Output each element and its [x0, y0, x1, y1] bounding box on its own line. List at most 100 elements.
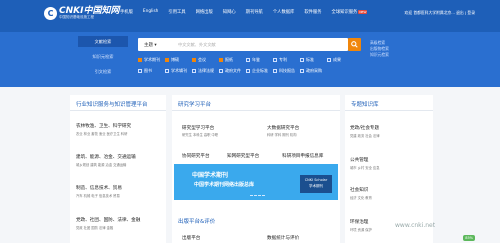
banner-title: 中国学术期刊: [192, 172, 229, 179]
checkbox-icon[interactable]: [273, 69, 277, 73]
checkbox-icon[interactable]: [246, 58, 250, 62]
category-item[interactable]: 学术期刊: [138, 57, 165, 63]
research-item[interactable]: 科研项目申报信息库: [282, 153, 323, 159]
new-badge: NEW: [358, 10, 368, 14]
checkbox-icon[interactable]: [246, 69, 250, 73]
research-item[interactable]: 研究型学习平台: [182, 125, 214, 131]
mode-literature[interactable]: 文献检索: [78, 36, 128, 47]
topic-section[interactable]: 环保治理: [350, 219, 368, 225]
banner-scholar-box: CNKI Scholar 学术期刊: [300, 175, 332, 193]
category-item[interactable]: 图书: [138, 68, 165, 74]
category-label: 报纸: [225, 57, 233, 62]
nav-item-citation[interactable]: 引用工具: [168, 9, 185, 15]
nav-item-english[interactable]: English: [143, 9, 159, 15]
category-label: 政府文件: [225, 68, 241, 73]
checkbox-icon[interactable]: [273, 58, 277, 62]
banner-dot[interactable]: [254, 195, 257, 196]
category-item[interactable]: 专利: [273, 57, 300, 63]
search-button[interactable]: [348, 38, 361, 51]
checkbox-icon[interactable]: [219, 69, 223, 73]
search-box[interactable]: 主题 ▾ 中文文献、外文文献: [138, 38, 348, 51]
divider: [172, 110, 340, 111]
research-item[interactable]: 知网研究型平台: [227, 153, 259, 159]
industry-panel: 行业知识服务与知识管理平台 农林牧渔、卫生、科学研究 农业 林业 畜牧 渔业 医…: [70, 95, 166, 243]
industry-section-items[interactable]: 农业 林业 畜牧 渔业 医疗卫生 科研: [76, 131, 127, 136]
search-field-select[interactable]: 主题 ▾: [144, 42, 157, 48]
mode-knowledge[interactable]: 知识元检索: [78, 51, 128, 62]
mode-citation[interactable]: 引文检索: [78, 66, 128, 77]
category-item[interactable]: 成果: [327, 57, 354, 63]
research-item-sub[interactable]: 科研 学科 期刊 机构: [267, 132, 297, 137]
category-item[interactable]: 企业标准: [246, 68, 273, 74]
topic-section[interactable]: 社会知识: [350, 187, 368, 193]
checkbox-icon[interactable]: [165, 58, 169, 62]
checkbox-icon[interactable]: [138, 58, 142, 62]
category-item[interactable]: 博硕: [165, 57, 192, 63]
industry-panel-title: 行业知识服务与知识管理平台: [76, 102, 148, 108]
category-item[interactable]: 会议: [192, 57, 219, 63]
category-item[interactable]: 法律法规: [192, 68, 219, 74]
journal-banner[interactable]: 中国学术期刊 中国学术期刊网络出版总库 CNKI Scholar 学术期刊: [174, 164, 338, 200]
banner-dot[interactable]: [262, 195, 265, 196]
top-nav: 手机版 English 引用工具 网络出版 知网心 期刊导航 个人数据库 软件服…: [120, 9, 377, 15]
nav-item-mobile[interactable]: 手机版: [120, 9, 133, 15]
banner-dot[interactable]: [258, 195, 261, 196]
topic-section-items[interactable]: 党建 政务 社会 法律: [350, 133, 380, 138]
topic-panel: 专题知识库 党政/社会专题 党建 政务 社会 法律 公共管理 城市 乡村 安全 …: [345, 95, 433, 243]
banner-dot[interactable]: [250, 195, 253, 196]
nav-item-software[interactable]: 软件服务: [304, 9, 321, 15]
category-item[interactable]: 科技报告: [273, 68, 300, 74]
research-item[interactable]: 协同研究平台: [182, 153, 210, 159]
category-item[interactable]: 标准: [300, 57, 327, 63]
topic-section-items[interactable]: 城市 乡村 安全 应急: [350, 165, 380, 170]
checkbox-icon[interactable]: [300, 69, 304, 73]
publish-item[interactable]: 数据统计与评价: [267, 235, 299, 241]
industry-section-items[interactable]: 城乡规划 建筑 能源 冶金 交通运输: [76, 162, 126, 167]
category-label: 学术期刊: [144, 57, 160, 62]
industry-section-items[interactable]: 党政 社团 国防 法律 金融: [76, 225, 113, 230]
cnki-logo[interactable]: C CNKI中国知网 中国知识基础设施工程: [44, 7, 119, 20]
research-item[interactable]: 大数据研究平台: [267, 125, 299, 131]
checkbox-icon[interactable]: [138, 69, 142, 73]
topic-section[interactable]: 党政/社会专题: [350, 125, 379, 131]
nav-item-journals[interactable]: 期刊导航: [246, 9, 263, 15]
topic-section-items[interactable]: 经济 文化 教育: [350, 195, 372, 200]
category-label: 学术辑刊: [171, 68, 187, 73]
nav-item-publishing[interactable]: 网络出版: [196, 9, 213, 15]
divider: [70, 110, 166, 111]
industry-section[interactable]: 党政、社团、国防、法律、金融: [76, 217, 140, 223]
banner-subtitle: 中国学术期刊网络出版总库: [194, 182, 255, 188]
topic-section[interactable]: 公共管理: [350, 157, 368, 163]
category-item[interactable]: 学术辑刊: [165, 68, 192, 74]
checkbox-icon[interactable]: [300, 58, 304, 62]
industry-section[interactable]: 农林牧渔、卫生、科学研究: [76, 123, 131, 129]
category-item[interactable]: 政府采购: [300, 68, 327, 74]
research-item-sub[interactable]: 研究生 本科生 高职 中职: [182, 132, 218, 137]
nav-item-personal-db[interactable]: 个人数据库: [273, 9, 294, 15]
industry-section-items[interactable]: 汽车 机械 电子 信息技术 贸易: [76, 193, 120, 198]
checkbox-icon[interactable]: [219, 58, 223, 62]
nav-item-global[interactable]: 全球知识服务 NEW: [332, 9, 368, 15]
category-label: 年鉴: [252, 57, 260, 62]
user-status[interactable]: 欢迎 首都医科大学附属北京... 退出 | 登录: [405, 10, 475, 16]
topic-section-items[interactable]: 环境 资源 保护: [350, 227, 372, 232]
checkbox-icon[interactable]: [192, 69, 196, 73]
percent-badge: 85%: [463, 235, 475, 241]
industry-section[interactable]: 制造、信息技术、贸易: [76, 185, 122, 191]
category-filter: 学术期刊 博硕 会议 报纸 年鉴 专利 标准 成果 图书 学术辑刊 法律法规 政…: [138, 57, 378, 79]
category-item[interactable]: 政府文件: [219, 68, 246, 74]
category-item[interactable]: 报纸: [219, 57, 246, 63]
publish-item[interactable]: 出版平台: [182, 235, 200, 241]
banner-pagination[interactable]: [250, 195, 266, 196]
category-item[interactable]: 年鉴: [246, 57, 273, 63]
search-mode-list: 文献检索 知识元检索 引文检索: [78, 36, 128, 81]
search-input[interactable]: 中文文献、外文文献: [178, 42, 216, 48]
checkbox-icon[interactable]: [165, 69, 169, 73]
category-label: 法律法规: [198, 68, 214, 73]
nav-item-zhiwangxin[interactable]: 知网心: [223, 9, 236, 15]
industry-section[interactable]: 建筑、能源、冶金、交通运输: [76, 154, 136, 160]
checkbox-icon[interactable]: [327, 58, 331, 62]
category-label: 企业标准: [252, 68, 268, 73]
checkbox-icon[interactable]: [192, 58, 196, 62]
watermark: www.cnki.net: [395, 222, 436, 229]
